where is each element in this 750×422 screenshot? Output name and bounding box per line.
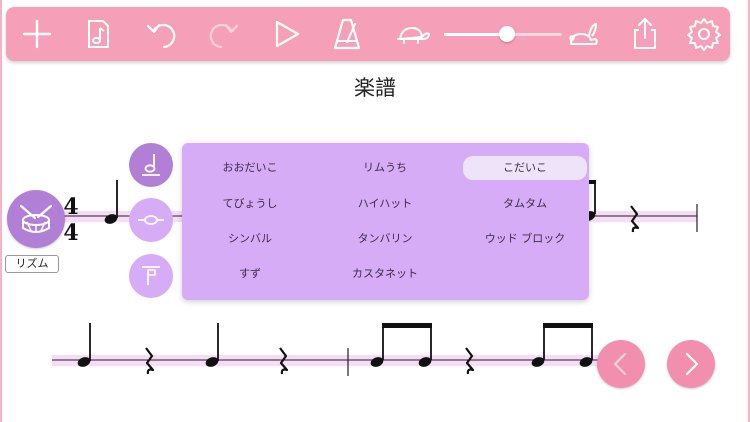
instrument-option[interactable]: リムうち	[327, 156, 443, 180]
half-note-button[interactable]	[129, 143, 173, 187]
play-button[interactable]	[265, 13, 307, 55]
instrument-option[interactable]: シンバル	[192, 227, 308, 251]
score-title: 楽譜	[354, 76, 396, 100]
rabbit-icon	[569, 22, 598, 45]
instrument-option[interactable]: カスタネット	[327, 262, 443, 286]
chevron-right-icon	[685, 352, 699, 376]
settings-button[interactable]	[683, 13, 725, 55]
next-page-button[interactable]	[667, 340, 715, 388]
chevron-left-icon	[613, 352, 627, 376]
metronome-icon	[333, 18, 361, 50]
instrument-option[interactable]: タンバリン	[327, 227, 443, 251]
slow-tempo-button[interactable]	[391, 13, 433, 55]
metronome-button[interactable]	[326, 13, 368, 55]
instrument-option[interactable]: タムタム	[463, 192, 587, 216]
half-note-icon	[142, 154, 160, 176]
previous-page-button[interactable]	[597, 340, 645, 388]
fast-tempo-button[interactable]	[562, 13, 604, 55]
add-icon	[22, 19, 52, 49]
add-button[interactable]	[16, 13, 58, 55]
instrument-option[interactable]: てびょうし	[192, 192, 308, 216]
time-signature-bottom: 4	[63, 220, 78, 246]
time-signature-top: 4	[63, 194, 78, 220]
tempo-slider-thumb[interactable]	[498, 26, 515, 42]
rest-button[interactable]	[129, 254, 173, 298]
whole-note-icon	[138, 215, 164, 225]
turtle-icon	[397, 27, 430, 44]
instrument-option[interactable]: ハイハット	[327, 192, 443, 216]
instrument-option[interactable]: すず	[192, 262, 308, 286]
instrument-option[interactable]: こだいこ	[463, 156, 587, 180]
quarter-note[interactable]	[204, 323, 219, 369]
instrument-menu: おおだいこ リムうち こだいこてびょうし ハイハット タムタムシンバル タンバリン ウッド …	[182, 143, 589, 300]
settings-gear-icon	[687, 18, 721, 51]
tempo-slider-fill	[444, 33, 501, 36]
drum-icon	[19, 204, 53, 233]
share-icon	[634, 18, 656, 49]
undo-button[interactable]	[141, 13, 183, 55]
note-file-button[interactable]	[77, 13, 119, 55]
quarter-note[interactable]	[103, 180, 118, 226]
rhythm-button[interactable]	[7, 190, 65, 248]
toolbar	[6, 7, 730, 61]
instrument-option[interactable]: おおだいこ	[192, 156, 308, 180]
share-button[interactable]	[624, 13, 666, 55]
quarter-note[interactable]	[76, 323, 91, 369]
note-file-icon	[88, 20, 109, 48]
undo-icon	[146, 23, 176, 49]
rhythm-label: リズム	[5, 255, 59, 273]
redo-button[interactable]	[202, 13, 244, 55]
whole-note-button[interactable]	[129, 198, 173, 242]
app-window: 楽譜 4 4 リズム おおだいこ リムうち こだいこ てびょうし ハイハット タ…	[0, 0, 750, 422]
play-icon	[275, 20, 300, 48]
instrument-option[interactable]: ウッド ブロック	[463, 227, 587, 251]
rest-icon	[142, 266, 160, 285]
redo-icon	[209, 23, 239, 49]
